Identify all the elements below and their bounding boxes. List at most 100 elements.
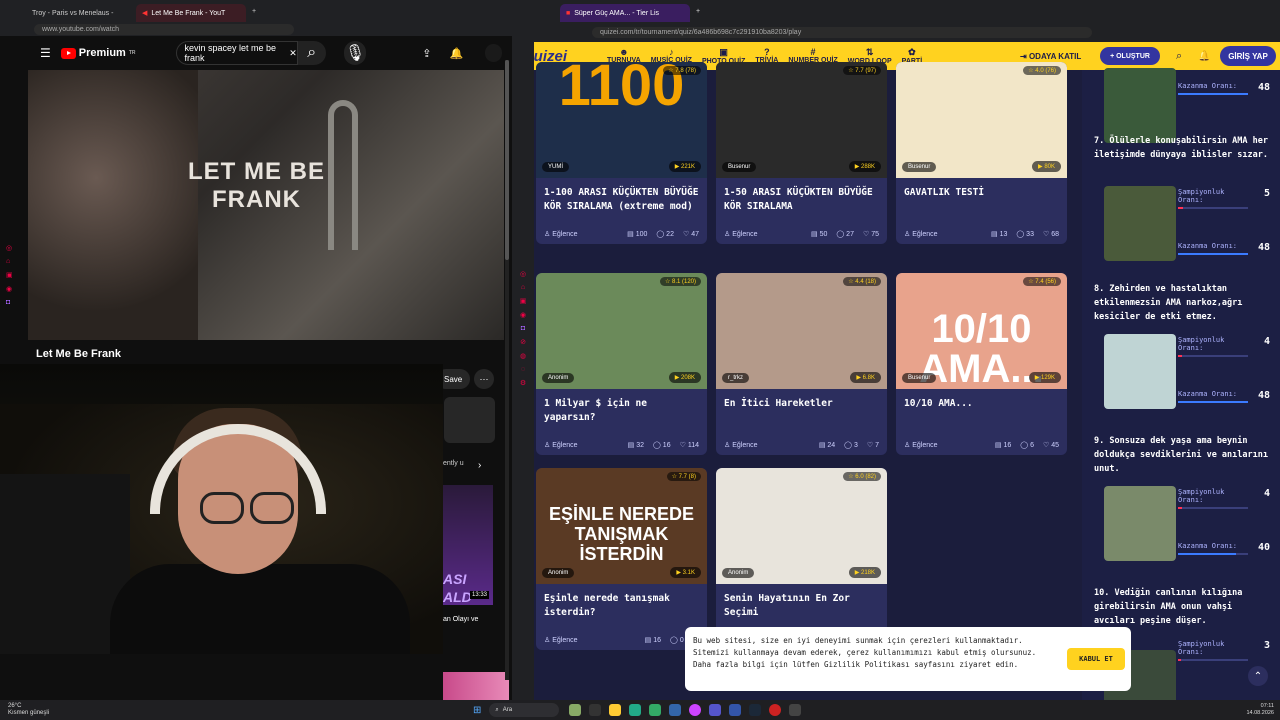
rec-thumbnail-2[interactable] <box>443 672 509 700</box>
more-icon[interactable]: ⋯ <box>474 369 494 389</box>
tab-label: Süper Güç AMA... - Tier Lis <box>574 9 660 17</box>
rec-title[interactable]: an Olayı ve <box>443 616 478 623</box>
weather-widget[interactable]: 26°C Kısmen güneşli <box>8 703 88 717</box>
taskbar-app-icon[interactable] <box>589 704 602 716</box>
questions-value: 24 <box>827 442 836 449</box>
quiz-card[interactable]: EŞİNLE NEREDE TANIŞMAK İSTERDİN ☆ 7.7 (8… <box>536 468 707 650</box>
ext-icon[interactable]: ⊘ <box>520 338 526 346</box>
search-icon: ⌕ <box>495 706 499 713</box>
category-label: Eğlence <box>552 231 578 238</box>
quiz-thumbnail: ☆ 4.4 (18) r_trkz ▶ 6.8K <box>716 273 887 389</box>
likes-value: 114 <box>687 442 699 449</box>
clear-icon[interactable]: ✕ <box>289 48 297 59</box>
create-button[interactable]: + OLUŞTUR <box>1100 47 1160 65</box>
accept-cookies-button[interactable]: KABUL ET <box>1067 648 1125 670</box>
comments-count: ◯ 3 <box>844 442 858 449</box>
edge-icon[interactable] <box>629 704 642 716</box>
stat-label: Şampiyonluk Oranı: <box>1178 488 1225 504</box>
author-badge: Busenur <box>722 162 757 172</box>
gear-icon[interactable]: ⚙ <box>520 379 526 387</box>
rec-chip[interactable]: ently u <box>443 460 464 467</box>
youtube-logo[interactable]: Premium TR <box>60 47 136 59</box>
taskbar-app-icon[interactable] <box>729 704 742 716</box>
taskbar-app-icon[interactable] <box>669 704 682 716</box>
taskbar-app-icon[interactable] <box>569 704 582 716</box>
quiz-card[interactable]: ☆ 4.0 (76) Busenur ▶ 80K GAVATLIK TESTİ … <box>896 62 1067 244</box>
twitch-icon[interactable]: ◘ <box>6 299 20 306</box>
stat-bar-fill <box>1178 93 1248 95</box>
likes-count: ♡ 45 <box>1042 442 1059 449</box>
ext-icon[interactable]: ▣ <box>520 297 527 305</box>
chevron-right-icon[interactable]: › <box>478 460 481 471</box>
login-button[interactable]: GİRİŞ YAP <box>1220 46 1276 66</box>
scrollbar[interactable] <box>505 60 509 680</box>
ext-icon[interactable]: ◉ <box>520 311 526 319</box>
new-tab-button[interactable]: + <box>252 8 256 15</box>
menu-icon[interactable]: ☰ <box>40 46 51 60</box>
folder-icon[interactable] <box>609 704 622 716</box>
twitch-icon[interactable]: ◘ <box>521 325 525 332</box>
scrollbar-thumb[interactable] <box>505 60 509 260</box>
ext-icon[interactable]: ◎ <box>6 244 20 252</box>
steam-icon[interactable] <box>749 704 762 716</box>
questions-count: ▤ 16 <box>644 637 662 644</box>
taskbar-search[interactable]: ⌕ Ara <box>489 703 560 717</box>
bell-icon[interactable]: 🔔 <box>1198 51 1210 62</box>
quiz-card[interactable]: ☆ 6.0 (82) Anonim ▶ 218K Senin Hayatının… <box>716 468 887 650</box>
avatar[interactable] <box>485 44 502 62</box>
video-player[interactable]: LET ME BE FRANK <box>28 70 504 340</box>
ext-icon[interactable]: ◎ <box>520 270 526 278</box>
stat-value: 4 <box>1263 336 1270 347</box>
ext-icon[interactable]: ◉ <box>6 285 20 293</box>
tab-youtube[interactable]: ◀ Let Me Be Frank - YouT <box>136 4 246 22</box>
likes-value: 45 <box>1051 442 1059 449</box>
scroll-top-button[interactable]: ⌃ <box>1248 666 1268 686</box>
bell-icon[interactable]: 🔔 <box>449 47 463 60</box>
new-tab-button[interactable]: + <box>696 8 700 15</box>
quiz-card[interactable]: 10/10 AMA... ☆ 7.4 (56) Busenur ▶ 129K 1… <box>896 273 1067 455</box>
stat-label: Kazanma Oranı: <box>1178 542 1238 550</box>
category-tag: ♙ Eğlence <box>544 442 578 449</box>
upload-icon[interactable]: ⇪ <box>422 47 431 60</box>
taskbar-app-icon[interactable] <box>689 704 702 716</box>
quiz-card[interactable]: ☆ 8.1 (120) Anonim ▶ 208K 1 Milyar $ içi… <box>536 273 707 455</box>
address-bar[interactable]: www.youtube.com/watch <box>0 22 512 36</box>
category-label: Eğlence <box>732 231 758 238</box>
tab-bar: Troy - Paris vs Menelaus - ◀ Let Me Be Fr… <box>0 0 512 22</box>
taskbar-app-icon[interactable] <box>789 704 802 716</box>
clock[interactable]: 07:11 14.08.2026 <box>1246 703 1274 717</box>
comments-value: 33 <box>1026 231 1034 238</box>
teams-icon[interactable] <box>709 704 722 716</box>
stat-bar-fill <box>1178 253 1248 255</box>
quiz-card[interactable]: 1100 ☆ 7.8 (78) YUMİ ▶ 221K 1-100 ARASI … <box>536 62 707 244</box>
video-title: Let Me Be Frank <box>36 348 121 360</box>
search-input[interactable]: kevin spacey let me be frank ✕ <box>175 41 298 65</box>
tab-quizei[interactable]: ■ Süper Güç AMA... - Tier Lis <box>560 4 690 22</box>
rating-badge: ☆ 6.0 (82) <box>843 472 881 481</box>
quiz-card[interactable]: ☆ 4.4 (18) r_trkz ▶ 6.8K En İtici Hareke… <box>716 273 887 455</box>
plays-badge: ▶ 6.8K <box>850 372 881 383</box>
rec-thumbnail[interactable]: ASI ALD' 13:33 <box>443 485 493 605</box>
description-box[interactable] <box>444 397 495 443</box>
ext-icon[interactable]: ▣ <box>6 271 20 279</box>
mic-icon[interactable]: 🎙 <box>343 41 367 65</box>
category-label: Eğlence <box>912 442 938 449</box>
ext-icon[interactable]: ◌ <box>521 366 525 373</box>
windows-icon[interactable]: ⊞ <box>473 705 481 716</box>
url-field[interactable]: www.youtube.com/watch <box>34 23 294 35</box>
ext-icon[interactable]: ⌂ <box>6 258 20 265</box>
tab-troy[interactable]: Troy - Paris vs Menelaus - <box>26 4 136 22</box>
join-room-button[interactable]: ⇥ ODAYA KATIL <box>1020 52 1081 61</box>
quiz-thumbnail: 10/10 AMA... ☆ 7.4 (56) Busenur ▶ 129K <box>896 273 1067 389</box>
taskbar-app-icon[interactable] <box>649 704 662 716</box>
ext-icon[interactable]: ⌂ <box>521 284 525 291</box>
rating-badge: ☆ 7.8 (78) <box>663 66 701 75</box>
quiz-card[interactable]: ☆ 7.7 (97) Busenur ▶ 288K 1-50 ARASI KÜÇ… <box>716 62 887 244</box>
search-icon[interactable]: ⌕ <box>297 41 326 65</box>
opera-icon[interactable] <box>769 704 782 716</box>
url-field[interactable]: quizei.com/tr/tournament/quiz/6a486b698c… <box>592 26 1092 38</box>
address-bar[interactable]: quizei.com/tr/tournament/quiz/6a486b698c… <box>512 22 1280 42</box>
stat-bar-fill <box>1178 401 1248 403</box>
search-icon[interactable]: ⌕ <box>1176 50 1182 63</box>
ext-icon[interactable]: ◍ <box>520 352 526 360</box>
